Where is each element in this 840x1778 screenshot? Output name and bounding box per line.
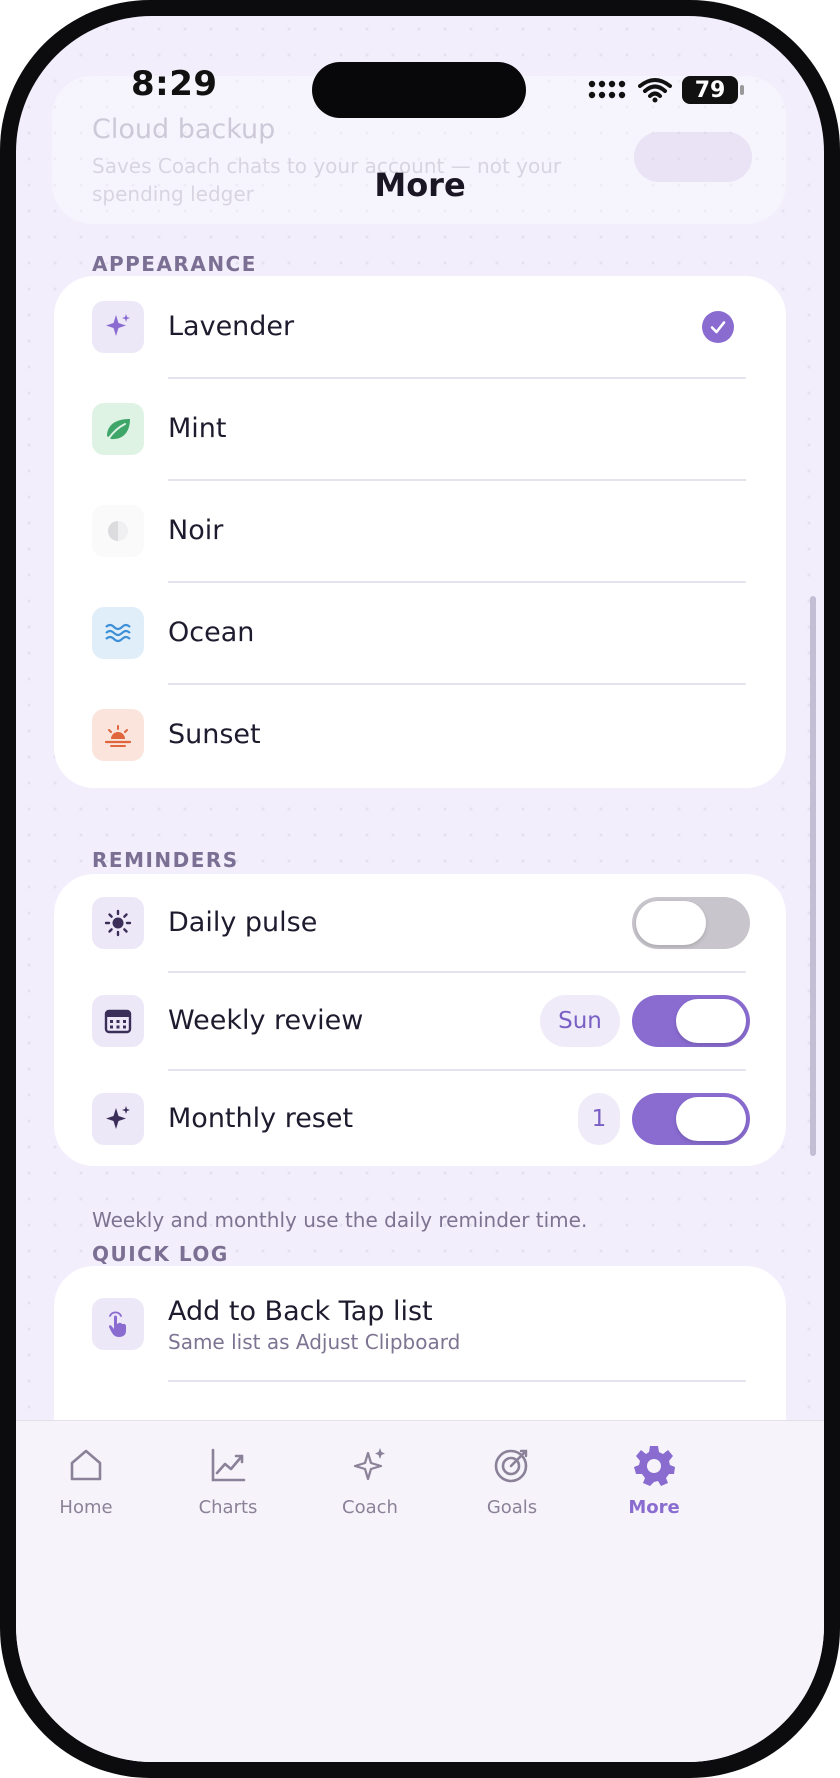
status-icons: 79 — [588, 72, 744, 108]
chart-line-icon — [204, 1441, 252, 1489]
theme-row-ocean[interactable]: Ocean — [54, 582, 786, 684]
target-icon — [488, 1441, 536, 1489]
monthly-reset-toggle[interactable] — [632, 1093, 750, 1145]
tab-label-goals: Goals — [486, 1497, 538, 1518]
theme-row-sunset[interactable]: Sunset — [54, 684, 786, 786]
battery-indicator: 79 — [682, 76, 744, 104]
half-moon-icon — [108, 521, 128, 541]
appearance-card: Lavender Mint Noir Ocean Sunset — [54, 276, 786, 788]
cellular-signal-icon — [588, 80, 626, 99]
ocean-tile — [92, 607, 144, 659]
reminder-row-monthly-reset: Monthly reset 1 — [54, 1070, 786, 1168]
page-title: More — [374, 166, 466, 204]
lavender-tile — [92, 301, 144, 353]
quick-log-row-back-tap[interactable]: Add to Back Tap list Same list as Adjust… — [54, 1266, 786, 1382]
daily-pulse-toggle[interactable] — [632, 897, 750, 949]
tab-more[interactable]: More — [594, 1441, 714, 1518]
tab-charts[interactable]: Charts — [168, 1441, 288, 1518]
reminders-footnote: Weekly and monthly use the daily reminde… — [92, 1208, 588, 1232]
sparkle-icon — [106, 314, 130, 336]
tab-label-coach: Coach — [342, 1497, 398, 1518]
back-tap-tile — [92, 1298, 144, 1350]
sparkle-icon — [346, 1441, 394, 1489]
reminder-row-weekly-review: Weekly review Sun — [54, 972, 786, 1070]
tap-hand-icon — [108, 1311, 126, 1337]
quick-log-section-label: QUICK LOG — [92, 1242, 229, 1266]
wifi-icon — [638, 78, 672, 103]
reminder-label-weekly-review: Weekly review — [168, 1005, 364, 1036]
sunset-tile — [92, 709, 144, 761]
monthly-day-selector[interactable]: 1 — [578, 1093, 620, 1145]
mint-tile — [92, 403, 144, 455]
tab-home[interactable]: Home — [26, 1441, 146, 1518]
reminder-row-daily-pulse: Daily pulse — [54, 874, 786, 972]
theme-label-lavender: Lavender — [168, 311, 295, 342]
theme-label-sunset: Sunset — [168, 719, 261, 750]
weekly-day-selector[interactable]: Sun — [540, 995, 620, 1047]
theme-label-ocean: Ocean — [168, 617, 255, 648]
gear-icon — [630, 1441, 678, 1489]
theme-label-mint: Mint — [168, 413, 227, 444]
screen: Cloud backup Saves Coach chats to your a… — [16, 16, 824, 1762]
back-tap-sublabel: Same list as Adjust Clipboard — [168, 1330, 461, 1354]
calendar-icon — [104, 1009, 132, 1034]
scrollbar[interactable] — [810, 596, 816, 1156]
waves-icon — [105, 623, 131, 643]
monthly-reset-tile — [92, 1093, 144, 1145]
divider — [168, 1380, 746, 1382]
theme-row-lavender[interactable]: Lavender — [54, 276, 786, 378]
weekly-review-toggle[interactable] — [632, 995, 750, 1047]
reminder-label-daily-pulse: Daily pulse — [168, 907, 318, 938]
reminder-label-monthly-reset: Monthly reset — [168, 1103, 354, 1134]
tab-label-more: More — [628, 1497, 680, 1518]
sparkle-icon — [106, 1106, 130, 1129]
status-time: 8:29 — [131, 64, 218, 104]
theme-row-mint[interactable]: Mint — [54, 378, 786, 480]
daily-pulse-tile — [92, 897, 144, 949]
phone-frame: Cloud backup Saves Coach chats to your a… — [0, 0, 840, 1778]
selected-check-icon — [702, 311, 734, 343]
theme-label-noir: Noir — [168, 515, 224, 546]
noir-tile — [92, 505, 144, 557]
tab-bar: Home Charts Coach Goals More — [16, 1420, 824, 1762]
cloud-backup-title: Cloud backup — [92, 114, 276, 145]
tab-label-home: Home — [59, 1497, 113, 1518]
dynamic-island — [312, 62, 526, 118]
tab-goals[interactable]: Goals — [452, 1441, 572, 1518]
reminders-section-label: REMINDERS — [92, 848, 239, 872]
back-tap-label: Add to Back Tap list — [168, 1296, 433, 1327]
theme-row-noir[interactable]: Noir — [54, 480, 786, 582]
reminders-card: Daily pulse Weekly review Sun Monthly re… — [54, 874, 786, 1166]
tab-label-charts: Charts — [198, 1497, 258, 1518]
home-icon — [62, 1441, 110, 1489]
tab-coach[interactable]: Coach — [310, 1441, 430, 1518]
sun-icon — [104, 909, 132, 937]
sunset-icon — [104, 725, 132, 747]
appearance-section-label: APPEARANCE — [92, 252, 257, 276]
leaf-icon — [107, 419, 130, 440]
weekly-review-tile — [92, 995, 144, 1047]
